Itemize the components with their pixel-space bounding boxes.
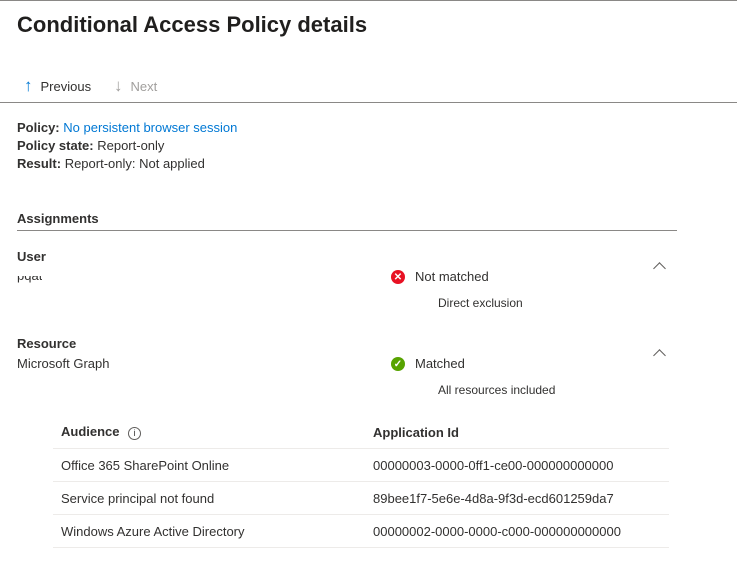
audience-table: Audience i Application Id Office 365 Sha…: [53, 416, 669, 548]
arrow-down-icon: ↓: [114, 76, 123, 95]
application-id-header: Application Id: [373, 424, 459, 440]
policy-label: Policy:: [17, 120, 60, 135]
user-label: User: [17, 249, 46, 264]
page-title: Conditional Access Policy details: [17, 12, 368, 37]
check-icon: ✓: [391, 357, 405, 371]
audience-cell: Office 365 SharePoint Online: [61, 457, 230, 473]
result-line: Result: Report-only: Not applied: [17, 156, 205, 171]
application-id-cell: 89bee1f7-5e6e-4d8a-9f3d-ecd601259da7: [373, 490, 614, 506]
user-value: pqat: [17, 276, 42, 283]
table-row: Service principal not found 89bee1f7-5e6e…: [53, 482, 669, 515]
user-value-clip: pqat: [17, 276, 42, 283]
application-id-cell: 00000002-0000-0000-c000-000000000000: [373, 523, 621, 539]
table-row: Windows Azure Active Directory 00000002-0…: [53, 515, 669, 548]
previous-button[interactable]: ↑ Previous: [24, 76, 91, 96]
policy-state-line: Policy state: Report-only: [17, 138, 164, 153]
divider: [0, 102, 737, 103]
info-icon[interactable]: i: [128, 427, 142, 440]
user-status: Not matched: [415, 269, 489, 284]
table-row: Office 365 SharePoint Online 00000003-000…: [53, 449, 669, 482]
result-value: Report-only: Not applied: [64, 156, 205, 171]
assignments-divider: [17, 230, 677, 231]
policy-state-value: Report-only: [97, 138, 165, 153]
resource-detail: All resources included: [438, 383, 556, 397]
audience-cell: Windows Azure Active Directory: [61, 523, 245, 539]
resource-label: Resource: [17, 336, 77, 351]
arrow-up-icon: ↑: [24, 76, 33, 95]
chevron-up-icon[interactable]: [653, 349, 666, 362]
policy-link[interactable]: No persistent browser session: [63, 120, 237, 135]
audience-cell: Service principal not found: [61, 490, 215, 506]
user-detail: Direct exclusion: [438, 296, 523, 310]
chevron-up-icon[interactable]: [653, 262, 666, 275]
policy-line: Policy: No persistent browser session: [17, 120, 237, 135]
application-id-cell: 00000003-0000-0ff1-ce00-000000000000: [373, 457, 614, 473]
table-header: Audience i Application Id: [53, 416, 669, 449]
next-button[interactable]: ↓ Next: [114, 76, 157, 96]
resource-status: Matched: [415, 356, 465, 371]
previous-label: Previous: [40, 78, 92, 94]
next-label: Next: [130, 78, 158, 94]
resource-value: Microsoft Graph: [17, 356, 110, 371]
audience-header-label: Audience: [61, 424, 120, 439]
result-label: Result:: [17, 156, 62, 171]
policy-state-label: Policy state:: [17, 138, 94, 153]
error-icon: ✕: [391, 270, 405, 284]
assignments-heading: Assignments: [17, 211, 99, 226]
top-border: [0, 0, 737, 1]
audience-header: Audience i: [53, 424, 373, 440]
